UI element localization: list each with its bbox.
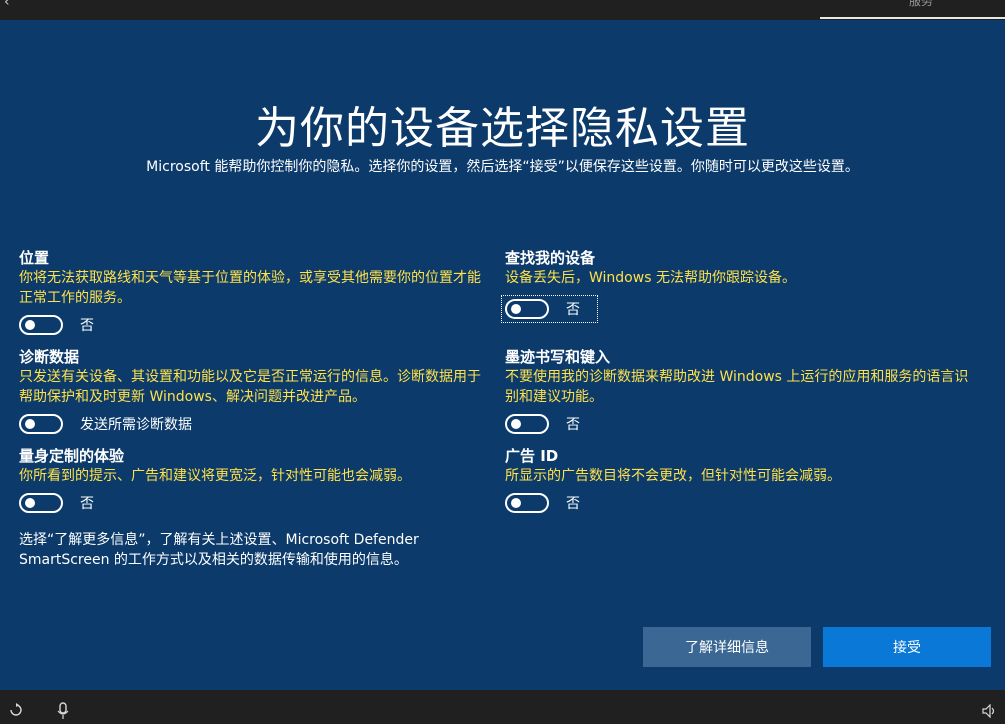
setting-inking-typing: 墨迹书写和键入 不要使用我的诊断数据来帮助改进 Windows 上运行的应用和服…	[505, 347, 975, 435]
toggle-knob	[511, 498, 521, 508]
toggle-state-label: 否	[80, 318, 94, 334]
microphone-icon[interactable]	[56, 702, 70, 724]
bottom-taskbar	[0, 690, 1005, 724]
setting-description: 不要使用我的诊断数据来帮助改进 Windows 上运行的应用和服务的语言识别和建…	[505, 369, 969, 405]
back-icon[interactable]: ‹	[4, 0, 10, 10]
privacy-settings-page: 为你的设备选择隐私设置 Microsoft 能帮助你控制你的隐私。选择你的设置，…	[0, 20, 1005, 690]
toggle-state-label: 否	[566, 496, 580, 512]
focused-toggle-group: 否	[501, 295, 598, 323]
top-right-label: 服务	[908, 0, 933, 8]
setting-title: 查找我的设备	[505, 249, 596, 267]
setting-find-my-device: 查找我的设备 设备丢失后，Windows 无法帮助你跟踪设备。 否	[501, 248, 975, 323]
setting-advertising-id: 广告 ID 所显示的广告数目将不会更改，但针对性可能会减弱。 否	[505, 446, 975, 514]
page-title: 为你的设备选择隐私设置	[255, 103, 750, 154]
setting-tailored-experiences: 量身定制的体验 你所看到的提示、广告和建议将更宽泛，针对性可能也会减弱。 否	[19, 446, 489, 514]
learn-more-info-text: 选择“了解更多信息”，了解有关上述设置、Microsoft Defender S…	[19, 532, 419, 568]
tailored-experiences-toggle[interactable]	[19, 493, 63, 513]
toggle-state-label: 否	[566, 302, 580, 318]
setting-title: 量身定制的体验	[19, 447, 125, 465]
setting-description: 设备丢失后，Windows 无法帮助你跟踪设备。	[505, 270, 796, 286]
toggle-knob	[25, 419, 35, 429]
find-my-device-toggle[interactable]	[505, 299, 549, 319]
location-toggle[interactable]	[19, 315, 63, 335]
setting-description: 你所看到的提示、广告和建议将更宽泛，针对性可能也会减弱。	[19, 468, 411, 484]
setting-location: 位置 你将无法获取路线和天气等基于位置的体验，或享受其他需要你的位置才能正常工作…	[19, 248, 489, 336]
accept-button[interactable]: 接受	[823, 627, 991, 667]
setting-title: 广告 ID	[505, 447, 559, 465]
setting-description: 你将无法获取路线和天气等基于位置的体验，或享受其他需要你的位置才能正常工作的服务…	[19, 270, 481, 306]
learn-more-button[interactable]: 了解详细信息	[643, 627, 811, 667]
page-subtitle: Microsoft 能帮助你控制你的隐私。选择你的设置，然后选择“接受”以便保存…	[146, 159, 859, 175]
diagnostics-toggle[interactable]	[19, 414, 63, 434]
setting-description: 只发送有关设备、其设置和功能以及它是否正常运行的信息。诊断数据用于帮助保护和及时…	[19, 369, 481, 405]
toggle-knob	[511, 304, 521, 314]
inking-typing-toggle[interactable]	[505, 414, 549, 434]
toggle-state-label: 发送所需诊断数据	[80, 417, 192, 433]
toggle-state-label: 否	[566, 417, 580, 433]
ease-of-access-icon[interactable]	[8, 702, 24, 722]
setting-title: 位置	[19, 249, 50, 267]
setting-title: 诊断数据	[19, 348, 80, 366]
toggle-knob	[25, 320, 35, 330]
toggle-knob	[25, 498, 35, 508]
top-bar: ‹ 服务	[0, 0, 1005, 20]
toggle-state-label: 否	[80, 496, 94, 512]
setting-description: 所显示的广告数目将不会更改，但针对性可能会减弱。	[505, 468, 841, 484]
active-tab-indicator	[820, 17, 1005, 19]
volume-icon[interactable]	[982, 703, 998, 722]
advertising-id-toggle[interactable]	[505, 493, 549, 513]
setting-title: 墨迹书写和键入	[505, 348, 611, 366]
toggle-knob	[511, 419, 521, 429]
setting-diagnostics: 诊断数据 只发送有关设备、其设置和功能以及它是否正常运行的信息。诊断数据用于帮助…	[19, 347, 489, 435]
